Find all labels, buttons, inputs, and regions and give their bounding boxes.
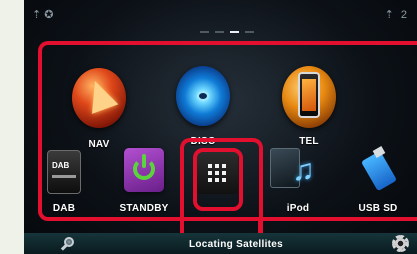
page-dot: [215, 31, 224, 33]
page-dot-active: [230, 31, 239, 33]
page-dot: [200, 31, 209, 33]
search-button[interactable]: [58, 234, 76, 252]
status-icons-left: ⇡ ✪: [32, 9, 54, 21]
page-indicator: [200, 29, 260, 35]
page-dot: [245, 31, 254, 33]
navigation-status-text: Locating Satellites: [188, 239, 284, 250]
highlight-frame-grid-inner: [193, 148, 243, 211]
bottom-bar: Locating Satellites: [24, 233, 417, 254]
search-icon-handle: [60, 244, 68, 251]
gear-icon[interactable]: [392, 235, 409, 252]
status-icons-right: ⇡ 2: [384, 9, 409, 21]
